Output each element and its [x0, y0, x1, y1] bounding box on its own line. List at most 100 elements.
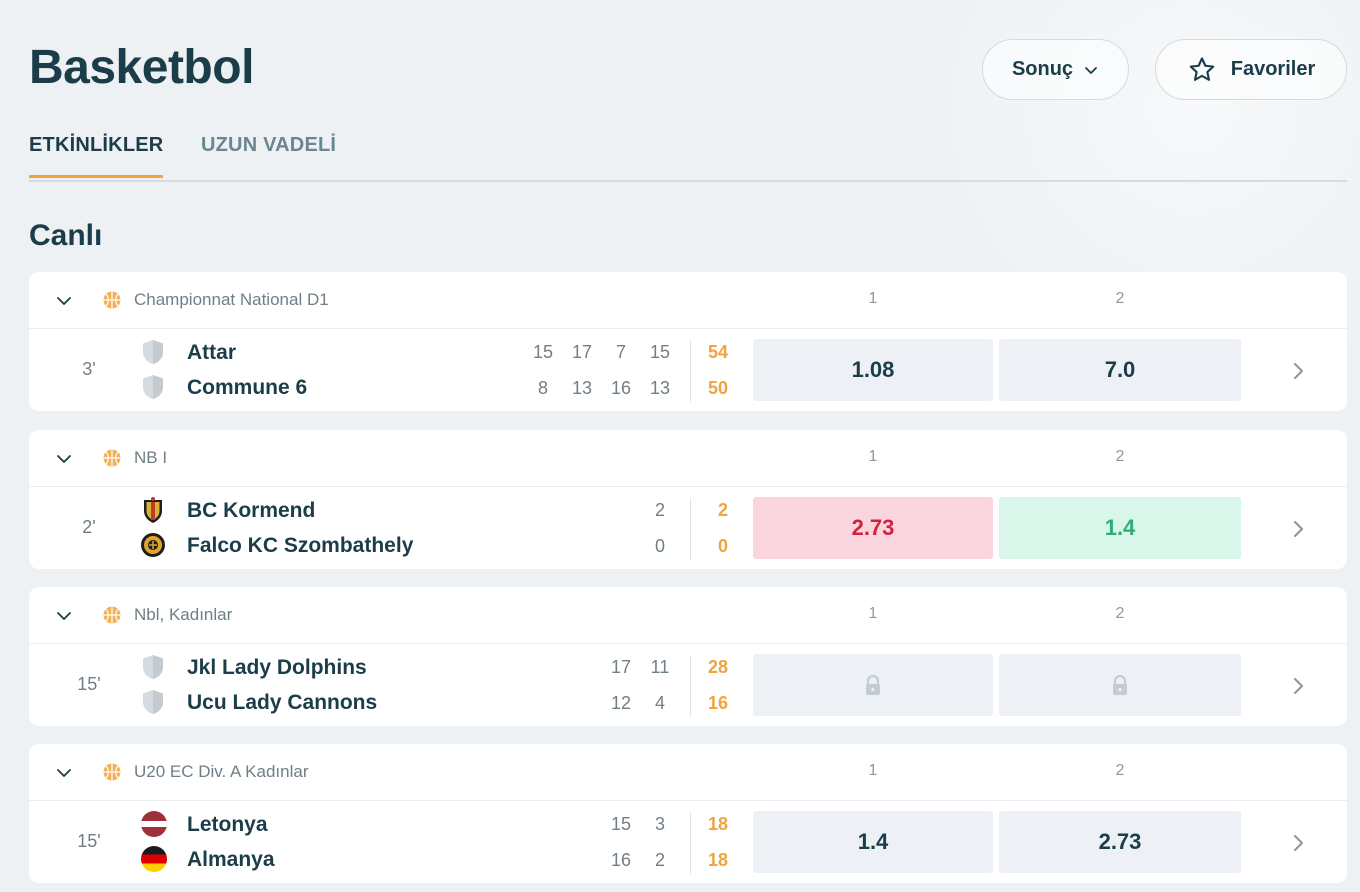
- favorites-button[interactable]: Favoriler: [1155, 39, 1347, 100]
- match-card: Nbl, Kadınlar 1 2 15' Jkl Lady Dolphins 17 11 2…: [29, 587, 1347, 726]
- period-score: 17: [610, 657, 632, 677]
- match-card: Championnat National D1 1 2 3' Attar 15 17 7 15 5…: [29, 272, 1347, 411]
- page: Basketbol Sonuç Favoriler ETKİNLİKLER UZ…: [4, 0, 1356, 892]
- odds-column-label-1: 1: [868, 290, 878, 307]
- odds-column-label-1: 1: [868, 605, 878, 622]
- period-score: 8: [537, 378, 548, 398]
- club-crest-icon: [140, 496, 166, 524]
- period-score: 7: [615, 342, 626, 362]
- section-title-live: Canlı: [29, 219, 103, 252]
- result-filter-button[interactable]: Sonuç: [982, 39, 1129, 100]
- collapse-chevron-icon[interactable]: [54, 763, 74, 783]
- chevron-right-icon[interactable]: [1287, 675, 1309, 697]
- match-minute: 15': [77, 831, 101, 851]
- basketball-icon: [103, 606, 121, 624]
- period-score: 13: [649, 378, 671, 398]
- team-name[interactable]: Jkl Lady Dolphins: [187, 656, 367, 680]
- period-score: 17: [571, 342, 593, 362]
- odd-button-home[interactable]: 1.08: [753, 339, 993, 401]
- total-score: 2: [717, 500, 728, 520]
- period-score: 3: [654, 814, 665, 834]
- favorites-label: Favoriler: [1230, 58, 1316, 80]
- league-header: Nbl, Kadınlar 1 2: [29, 587, 1347, 644]
- collapse-chevron-icon[interactable]: [54, 606, 74, 626]
- lock-icon: [1113, 674, 1127, 695]
- club-badge-icon: [140, 531, 166, 559]
- period-score: 0: [654, 536, 665, 556]
- period-score: 15: [610, 814, 632, 834]
- period-score: 15: [532, 342, 554, 362]
- league-name[interactable]: Championnat National D1: [134, 290, 329, 310]
- league-header: U20 EC Div. A Kadınlar 1 2: [29, 744, 1347, 801]
- total-score: 28: [707, 657, 728, 677]
- odds-column-label-1: 1: [868, 762, 878, 779]
- match-card: NB I 1 2 2' BC Kormend 2 2 Falco KC Szombathely…: [29, 430, 1347, 569]
- match-card: U20 EC Div. A Kadınlar 1 2 15' Letonya 15 3 18 A…: [29, 744, 1347, 883]
- chevron-down-icon: [1085, 66, 1097, 74]
- league-name[interactable]: U20 EC Div. A Kadınlar: [134, 762, 309, 782]
- tab-events[interactable]: ETKİNLİKLER: [29, 134, 164, 178]
- period-score: 12: [610, 693, 632, 713]
- score-divider: [690, 812, 691, 874]
- basketball-icon: [103, 763, 121, 781]
- tab-long-term[interactable]: UZUN VADELİ: [201, 134, 336, 175]
- team-name[interactable]: Falco KC Szombathely: [187, 534, 413, 558]
- collapse-chevron-icon[interactable]: [54, 291, 74, 311]
- period-score: 16: [610, 378, 632, 398]
- collapse-chevron-icon[interactable]: [54, 449, 74, 469]
- odd-button-home[interactable]: 2.73: [753, 497, 993, 559]
- germany-flag-icon: [140, 845, 167, 873]
- period-score: 2: [654, 850, 665, 870]
- odds-column-label-2: 2: [1115, 605, 1125, 622]
- odds-column-label-2: 2: [1115, 762, 1125, 779]
- match-minute: 2': [82, 517, 96, 537]
- league-name[interactable]: NB I: [134, 448, 167, 468]
- team-name[interactable]: Attar: [187, 341, 236, 365]
- period-score: 15: [649, 342, 671, 362]
- league-name[interactable]: Nbl, Kadınlar: [134, 605, 232, 625]
- lock-icon: [866, 674, 880, 695]
- odd-button-home-locked: [753, 654, 993, 716]
- team-name[interactable]: Almanya: [187, 848, 275, 872]
- score-divider: [690, 340, 691, 402]
- period-score: 13: [571, 378, 593, 398]
- period-score: 2: [654, 500, 665, 520]
- tab-bar: ETKİNLİKLER UZUN VADELİ: [29, 128, 1347, 182]
- chevron-right-icon[interactable]: [1287, 360, 1309, 382]
- latvia-flag-icon: [140, 810, 167, 838]
- chevron-right-icon[interactable]: [1287, 832, 1309, 854]
- league-header: Championnat National D1 1 2: [29, 272, 1347, 329]
- odd-button-home[interactable]: 1.4: [753, 811, 993, 873]
- star-icon: [1189, 56, 1215, 81]
- odd-button-away-locked: [999, 654, 1241, 716]
- chevron-right-icon[interactable]: [1287, 518, 1309, 540]
- total-score: 18: [707, 850, 728, 870]
- team-name[interactable]: BC Kormend: [187, 499, 315, 523]
- odd-button-away[interactable]: 1.4: [999, 497, 1241, 559]
- total-score: 54: [707, 342, 728, 362]
- odds-column-label-2: 2: [1115, 448, 1125, 465]
- team-name[interactable]: Letonya: [187, 813, 268, 837]
- total-score: 16: [707, 693, 728, 713]
- shield-icon: [140, 653, 166, 681]
- score-divider: [690, 655, 691, 717]
- score-divider: [690, 498, 691, 560]
- team-name[interactable]: Commune 6: [187, 376, 307, 400]
- odds-column-label-2: 2: [1115, 290, 1125, 307]
- page-title: Basketbol: [29, 41, 254, 94]
- odd-button-away[interactable]: 7.0: [999, 339, 1241, 401]
- total-score: 50: [707, 378, 728, 398]
- result-filter-label: Sonuç: [1011, 58, 1074, 80]
- period-score: 4: [654, 693, 665, 713]
- period-score: 11: [650, 657, 670, 677]
- total-score: 18: [707, 814, 728, 834]
- total-score: 0: [717, 536, 728, 556]
- team-name[interactable]: Ucu Lady Cannons: [187, 691, 377, 715]
- match-minute: 15': [77, 674, 101, 694]
- odds-column-label-1: 1: [868, 448, 878, 465]
- shield-icon: [140, 373, 166, 401]
- shield-icon: [140, 338, 166, 366]
- basketball-icon: [103, 449, 121, 467]
- odd-button-away[interactable]: 2.73: [999, 811, 1241, 873]
- period-score: 16: [610, 850, 632, 870]
